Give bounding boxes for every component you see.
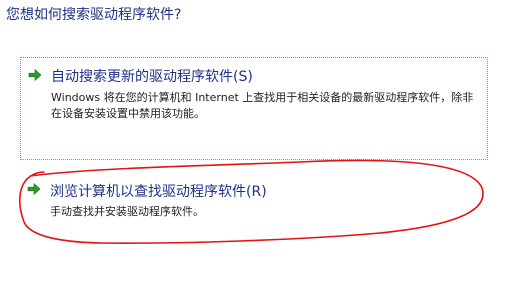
auto-search-description: Windows 将在您的计算机和 Internet 上查找用于相关设备的最新驱动… [51, 91, 474, 120]
green-arrow-icon [28, 68, 42, 82]
browse-computer-description: 手动查找并安装驱动程序软件。 [50, 205, 204, 218]
page-title: 您想如何搜索驱动程序软件? [6, 7, 182, 23]
green-arrow-icon [27, 182, 41, 196]
browse-computer-title: 浏览计算机以查找驱动程序软件(R) [50, 184, 267, 200]
auto-search-title: 自动搜索更新的驱动程序软件(S) [51, 69, 253, 85]
browse-computer-option[interactable]: 浏览计算机以查找驱动程序软件(R) 手动查找并安装驱动程序软件。 [20, 176, 488, 232]
auto-search-option[interactable]: 自动搜索更新的驱动程序软件(S) Windows 将在您的计算机和 Intern… [20, 57, 488, 160]
